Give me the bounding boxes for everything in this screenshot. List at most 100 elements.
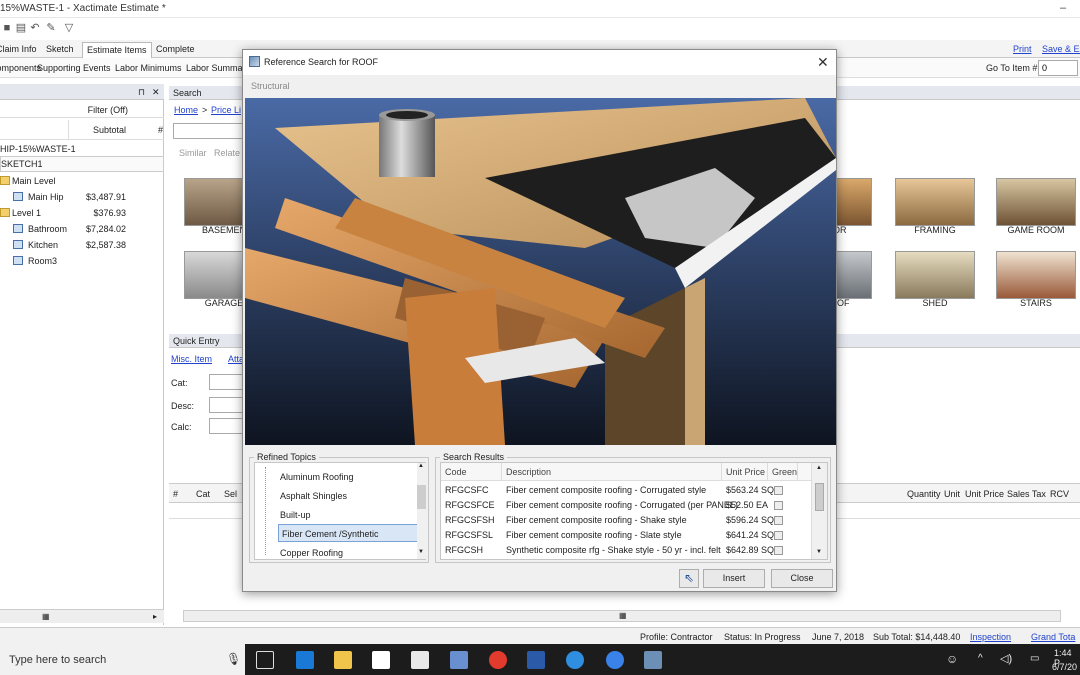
tab-sketch[interactable]: Sketch [42,42,78,58]
zoom-icon[interactable] [606,651,624,669]
tab-estimate-items[interactable]: Estimate Items [82,42,152,58]
dialog-close-icon[interactable]: ✕ [817,54,829,71]
save-exit-link[interactable]: Save & Ex [1042,44,1080,54]
mail-icon[interactable] [411,651,429,669]
number-column-header[interactable]: # [158,125,163,135]
topic-built-up[interactable]: Built-up [280,510,311,520]
close-button[interactable]: Close [771,569,833,588]
undo-icon[interactable]: ↶ [28,21,42,35]
results-col-code[interactable]: Code [441,463,502,481]
framing-thumbnail[interactable] [895,178,975,226]
green-checkbox[interactable] [774,531,783,540]
taskbar-search-box[interactable]: Type here to search 🎙 [0,644,245,675]
topics-scrollbar[interactable]: ▲ ▼ [417,463,427,559]
dialog-breadcrumb[interactable]: Structural [251,81,290,91]
results-col-description[interactable]: Description [502,463,722,481]
misc-item-link[interactable]: Misc. Item [171,354,212,364]
open-icon[interactable]: ▤ [14,21,28,35]
tree-item-room3[interactable]: Room3 [0,253,164,269]
navigate-up-button[interactable]: ⇖ [679,569,699,588]
insert-button[interactable]: Insert [703,569,765,588]
components-button[interactable]: Components [0,63,41,73]
chevron-up-icon[interactable]: ^ [978,653,983,664]
shed-thumbnail[interactable] [895,251,975,299]
tree-item-kitchen[interactable]: Kitchen $2,587.38 [0,237,164,253]
clock-date[interactable]: 6/7/20 [1052,662,1077,672]
tab-claim-info[interactable]: Claim Info [0,42,41,58]
result-row[interactable]: RFGCSH Synthetic composite rfg - Shake s… [441,543,811,558]
inspection-link[interactable]: Inspection [970,632,1011,642]
green-checkbox[interactable] [774,516,783,525]
grid-col-number[interactable]: # [173,489,178,499]
grid-col-unit-price[interactable]: Unit Price [965,489,1004,499]
close-icon[interactable]: ✕ [152,87,160,98]
home-breadcrumb[interactable]: Home [174,105,198,115]
microphone-icon[interactable]: 🎙 [226,652,241,666]
project-node[interactable]: HIP-15%WASTE-1 [0,144,76,154]
results-scrollbar[interactable]: ▲ ▼ [811,463,827,559]
grid-col-sales-tax[interactable]: Sales Tax [1007,489,1046,499]
labor-summary-button[interactable]: Labor Summar [186,63,246,73]
volume-icon[interactable]: ◁) [1000,652,1012,665]
grid-col-cat[interactable]: Cat [196,489,210,499]
filter-toggle[interactable]: Filter (Off) [88,105,128,115]
roof-thumbnail[interactable] [836,251,872,299]
game-room-thumbnail[interactable] [996,178,1076,226]
app-icon[interactable] [450,651,468,669]
funnel-icon[interactable]: ▽ [62,21,76,35]
xactimate-icon[interactable] [644,651,662,669]
result-row[interactable]: RFGCSFSL Fiber cement composite roofing … [441,528,811,543]
results-col-green[interactable]: Green [768,463,798,481]
similar-link[interactable]: Similar [179,148,207,158]
green-checkbox[interactable] [774,501,783,510]
subtotal-column-header[interactable]: Subtotal [93,125,126,135]
topic-fiber-cement-synthetic[interactable]: Fiber Cement /Synthetic [278,524,421,542]
grid-col-unit[interactable]: Unit [944,489,960,499]
green-checkbox[interactable] [774,486,783,495]
result-row[interactable]: RFGCSFC Fiber cement composite roofing -… [441,483,811,498]
file-explorer-icon[interactable] [334,651,352,669]
grid-horizontal-scrollbar[interactable]: ▦ [183,610,1061,622]
floor-thumbnail[interactable] [836,178,872,226]
calc-input[interactable] [209,418,243,434]
result-row[interactable]: RFGCSFCE Fiber cement composite roofing … [441,498,811,513]
paint-icon[interactable]: ✎ [44,21,58,35]
supporting-events-button[interactable]: Supporting Events [37,63,111,73]
grand-total-link[interactable]: Grand Tota [1031,632,1075,642]
desc-input[interactable] [209,397,243,413]
grid-col-rcv[interactable]: RCV [1050,489,1069,499]
save-icon[interactable]: ■ [0,21,14,35]
grid-col-quantity[interactable]: Quantity [907,489,941,499]
sketch-node[interactable]: SKETCH1 [1,159,43,169]
chrome-icon[interactable] [489,651,507,669]
tree-item-level-1[interactable]: Level 1 $376.93 [0,205,164,221]
cat-input[interactable] [209,374,243,390]
green-checkbox[interactable] [774,546,783,555]
search-input[interactable] [173,123,243,139]
goto-item-input[interactable] [1038,60,1078,76]
internet-explorer-icon[interactable] [566,651,584,669]
minimize-button[interactable]: – [1060,2,1066,14]
topic-asphalt-shingles[interactable]: Asphalt Shingles [280,491,347,501]
tree-horizontal-scrollbar[interactable]: ▦ ▸ [0,609,164,623]
store-icon[interactable] [372,651,390,669]
edge-icon[interactable] [296,651,314,669]
keyboard-icon[interactable]: ▭ [1030,653,1039,664]
task-view-icon[interactable] [256,651,274,669]
price-list-breadcrumb[interactable]: Price Li [211,105,241,115]
tree-item-main-level[interactable]: Main Level [0,173,164,189]
result-row[interactable]: RFGCSFSH Fiber cement composite roofing … [441,513,811,528]
tree-item-main-hip[interactable]: Main Hip $3,487.91 [0,189,164,205]
stairs-thumbnail[interactable] [996,251,1076,299]
results-col-unit-price[interactable]: Unit Price [722,463,768,481]
grid-col-sel[interactable]: Sel [224,489,237,499]
word-icon[interactable] [527,651,545,669]
tab-complete[interactable]: Complete [152,42,199,58]
pin-icon[interactable]: ⊓ [138,87,145,98]
print-link[interactable]: Print [1013,44,1032,54]
tree-item-bathroom[interactable]: Bathroom $7,284.02 [0,221,164,237]
topic-copper-roofing[interactable]: Copper Roofing [280,548,343,558]
people-icon[interactable]: ☺ [946,652,958,666]
related-link[interactable]: Relate [214,148,240,158]
topic-aluminum-roofing[interactable]: Aluminum Roofing [280,472,354,482]
